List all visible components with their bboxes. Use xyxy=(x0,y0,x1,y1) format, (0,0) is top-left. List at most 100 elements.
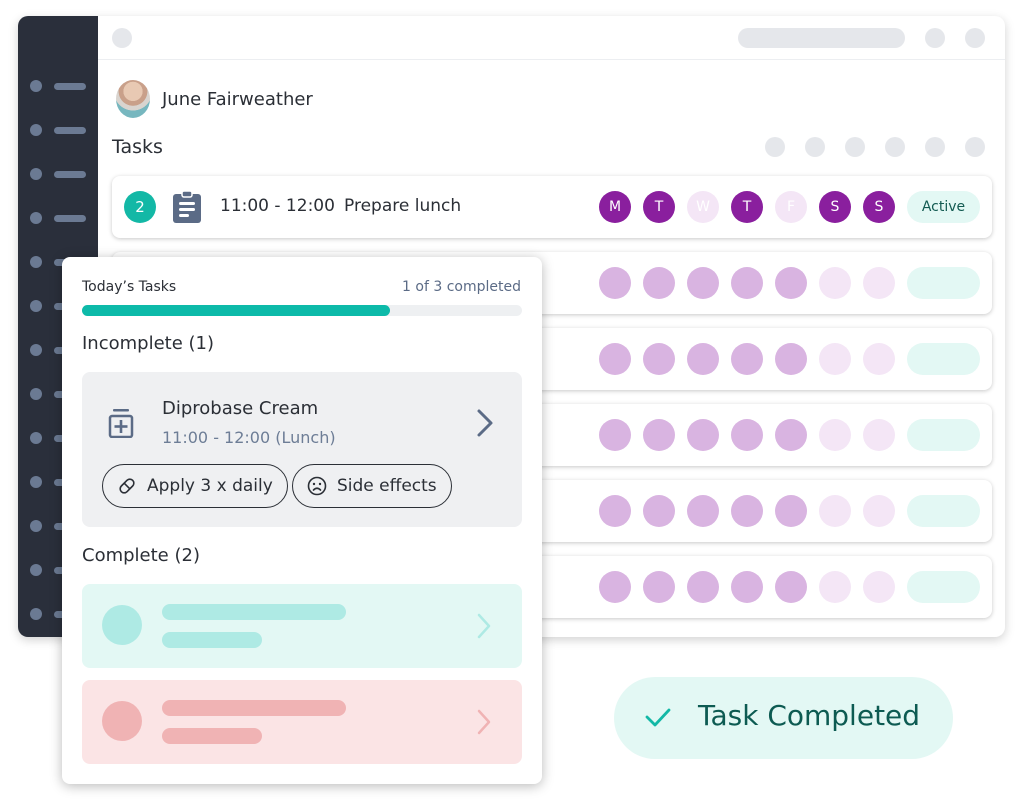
day-placeholder xyxy=(687,267,719,299)
nav-icon xyxy=(30,212,42,224)
medication-time: 11:00 - 12:00 (Lunch) xyxy=(162,428,336,447)
dosage-chip[interactable]: Apply 3 x daily xyxy=(102,464,288,508)
task-avatar-placeholder xyxy=(102,701,142,741)
task-completed-toast: Task Completed xyxy=(614,677,953,759)
nav-icon xyxy=(30,124,42,136)
user-name: June Fairweather xyxy=(162,88,313,110)
day-placeholder xyxy=(643,267,675,299)
nav-icon xyxy=(30,344,42,356)
sidebar-item[interactable] xyxy=(30,124,90,136)
status-placeholder xyxy=(907,267,980,299)
day-placeholder xyxy=(819,419,851,451)
day-placeholder xyxy=(731,495,763,527)
day-placeholder xyxy=(599,419,631,451)
day-placeholder xyxy=(863,495,895,527)
day-placeholder xyxy=(731,267,763,299)
chevron-right-icon[interactable] xyxy=(476,408,494,438)
avatar xyxy=(116,80,150,118)
completed-task-card[interactable] xyxy=(82,584,522,668)
day-placeholder xyxy=(599,343,631,375)
nav-icon xyxy=(30,520,42,532)
nav-label-placeholder xyxy=(54,215,86,222)
user-header: June Fairweather xyxy=(116,80,313,118)
day-toggle[interactable]: W xyxy=(687,191,719,223)
day-toggle[interactable]: S xyxy=(863,191,895,223)
day-placeholder xyxy=(687,343,719,375)
nav-label-placeholder xyxy=(54,171,86,178)
day-placeholder xyxy=(775,419,807,451)
missed-task-card[interactable] xyxy=(82,680,522,764)
text-placeholder xyxy=(162,700,346,716)
day-placeholder xyxy=(687,495,719,527)
header-action[interactable] xyxy=(925,137,945,157)
chevron-right-icon[interactable] xyxy=(476,708,492,736)
day-placeholder xyxy=(599,571,631,603)
incomplete-task-card[interactable]: Diprobase Cream 11:00 - 12:00 (Lunch) Ap… xyxy=(82,372,522,527)
sidebar-item[interactable] xyxy=(30,80,90,92)
medicine-icon xyxy=(108,409,134,438)
day-placeholder xyxy=(643,419,675,451)
day-placeholder xyxy=(863,343,895,375)
day-toggle[interactable]: M xyxy=(599,191,631,223)
nav-icon xyxy=(30,256,42,268)
day-placeholder xyxy=(599,267,631,299)
header-action[interactable] xyxy=(845,137,865,157)
nav-icon xyxy=(30,432,42,444)
day-placeholder xyxy=(643,571,675,603)
day-placeholder xyxy=(643,495,675,527)
complete-heading: Complete (2) xyxy=(82,545,200,566)
day-placeholder xyxy=(819,267,851,299)
day-placeholder xyxy=(731,571,763,603)
text-placeholder xyxy=(162,604,346,620)
status-placeholder xyxy=(907,419,980,451)
search-input[interactable] xyxy=(738,28,905,48)
day-placeholder xyxy=(863,419,895,451)
top-bar xyxy=(98,16,1005,60)
day-placeholder xyxy=(775,571,807,603)
dosage-label: Apply 3 x daily xyxy=(147,476,273,496)
day-placeholder xyxy=(819,343,851,375)
medication-name: Diprobase Cream xyxy=(162,398,319,419)
status-badge[interactable]: Active xyxy=(907,191,980,223)
tasks-heading: Tasks xyxy=(112,136,163,158)
header-action[interactable] xyxy=(805,137,825,157)
day-toggle[interactable]: T xyxy=(731,191,763,223)
day-toggle[interactable]: F xyxy=(775,191,807,223)
day-placeholder xyxy=(643,343,675,375)
task-time: 11:00 - 12:00 xyxy=(220,196,335,216)
progress-fill xyxy=(82,305,390,316)
task-avatar-placeholder xyxy=(102,605,142,645)
day-placeholder xyxy=(687,571,719,603)
header-action[interactable] xyxy=(885,137,905,157)
task-number-badge: 2 xyxy=(124,191,156,223)
header-action[interactable] xyxy=(765,137,785,157)
completed-count: 1 of 3 completed xyxy=(402,279,521,295)
day-toggle[interactable]: T xyxy=(643,191,675,223)
day-placeholder xyxy=(775,267,807,299)
day-placeholder xyxy=(819,495,851,527)
sidebar-item[interactable] xyxy=(30,168,90,180)
progress-bar xyxy=(82,305,522,316)
day-placeholder xyxy=(599,495,631,527)
nav-icon xyxy=(30,388,42,400)
sad-face-icon xyxy=(307,476,327,496)
nav-icon xyxy=(30,300,42,312)
notifications-button[interactable] xyxy=(925,28,945,48)
header-action[interactable] xyxy=(965,137,985,157)
sidebar-item[interactable] xyxy=(30,212,90,224)
day-toggle[interactable]: S xyxy=(819,191,851,223)
task-label: Prepare lunch xyxy=(344,196,462,216)
text-placeholder xyxy=(162,632,262,648)
nav-label-placeholder xyxy=(54,83,86,90)
status-placeholder xyxy=(907,495,980,527)
toast-message: Task Completed xyxy=(698,699,921,732)
day-placeholder xyxy=(731,419,763,451)
menu-button[interactable] xyxy=(112,28,132,48)
day-placeholder xyxy=(731,343,763,375)
day-placeholder xyxy=(775,495,807,527)
nav-icon xyxy=(30,608,42,620)
chevron-right-icon[interactable] xyxy=(476,612,492,640)
task-row-active[interactable]: 2 11:00 - 12:00 Prepare lunch Active MTW… xyxy=(112,176,992,238)
side-effects-chip[interactable]: Side effects xyxy=(292,464,452,508)
profile-button[interactable] xyxy=(965,28,985,48)
